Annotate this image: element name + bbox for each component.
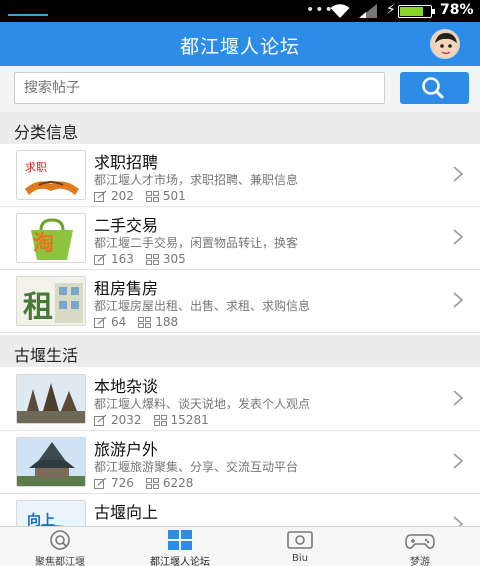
item-title: 求职招聘: [94, 153, 159, 172]
local-chat-thumbnail: [16, 374, 86, 424]
search-bar: [0, 66, 480, 112]
travel-thumbnail: [16, 437, 86, 487]
item-title: 古堰向上: [94, 503, 159, 522]
view-count: 501: [162, 189, 186, 203]
grid-icon: [138, 316, 152, 328]
item-title: 租房售房: [94, 279, 159, 298]
battery-icon: [398, 5, 435, 18]
wifi-icon: [330, 4, 350, 18]
housing-thumbnail: 租: [16, 276, 86, 326]
item-stats: 202 501: [94, 189, 198, 203]
chevron-right-icon: [453, 453, 464, 469]
item-stats: 163 305: [94, 252, 198, 266]
view-count: 305: [162, 252, 186, 266]
tab-label: 都江堰人论坛: [150, 557, 210, 566]
list-item-jobs[interactable]: 求职 求职招聘 都江堰人才市场，求职招聘、兼职信息 202 501: [0, 144, 480, 207]
item-stats: 2032 15281: [94, 413, 221, 427]
item-title: 二手交易: [94, 216, 159, 235]
gamepad-icon: [405, 534, 435, 549]
chevron-right-icon: [453, 229, 464, 245]
chevron-right-icon: [453, 390, 464, 406]
post-count: 2032: [111, 413, 142, 427]
item-description: 都江堰二手交易，闲置物品转让，换客: [94, 236, 299, 250]
search-icon: [422, 77, 444, 99]
post-count: 64: [111, 315, 127, 329]
page-title: 都江堰人论坛: [179, 36, 300, 58]
chevron-right-icon: [453, 166, 464, 182]
notification-icon: [8, 6, 48, 16]
thumb-lettering: 租: [23, 290, 53, 325]
list-item-housing[interactable]: 租 租房售房 都江堰房屋出租、出售、求租、求购信息 64 188: [0, 270, 480, 333]
view-count: 188: [155, 315, 179, 329]
edit-icon: [94, 190, 107, 202]
grid-icon: [153, 414, 167, 426]
item-title: 旅游户外: [94, 440, 159, 459]
tab-game[interactable]: 梦游: [360, 527, 480, 566]
tab-forum[interactable]: 都江堰人论坛: [120, 527, 240, 566]
section-header-classified: 分类信息: [0, 112, 480, 144]
list-item-local-chat[interactable]: 本地杂谈 都江堰人爆料、谈天说地，发表个人观点 2032 15281: [0, 368, 480, 431]
thumb-lettering: 淘: [33, 231, 54, 255]
post-count: 163: [111, 252, 134, 266]
post-count: 202: [111, 189, 134, 203]
edit-icon: [94, 414, 107, 426]
item-description: 都江堰人才市场，求职招聘、兼职信息: [94, 173, 299, 187]
tab-label: 梦游: [410, 557, 430, 566]
item-description: 都江堰人爆料、谈天说地，发表个人观点: [94, 397, 311, 411]
secondhand-thumbnail: 淘: [16, 213, 86, 263]
edit-icon: [94, 477, 107, 489]
item-stats: 726 6228: [94, 476, 205, 490]
tab-label: Biu: [292, 553, 308, 564]
view-count: 6228: [162, 476, 194, 490]
status-bar: ••• ⚡ 78%: [0, 0, 480, 22]
edit-icon: [94, 316, 107, 328]
tab-focus[interactable]: 聚焦都江堰: [0, 527, 120, 566]
title-bar: 都江堰人论坛: [0, 22, 480, 66]
view-count: 15281: [170, 413, 209, 427]
thumb-lettering: 求职: [25, 161, 47, 174]
search-input[interactable]: [14, 72, 385, 104]
user-avatar[interactable]: [430, 29, 460, 59]
post-count: 726: [111, 476, 134, 490]
list-item-secondhand[interactable]: 淘 二手交易 都江堰二手交易，闲置物品转让，换客 163 305: [0, 207, 480, 270]
battery-percentage: 78%: [440, 2, 474, 18]
tab-biu[interactable]: Biu: [240, 527, 360, 566]
biu-icon: [287, 531, 313, 549]
list-item-travel[interactable]: 旅游户外 都江堰旅游聚集、分享、交流互动平台 726 6228: [0, 431, 480, 494]
jobs-thumbnail: 求职: [16, 150, 86, 200]
grid-icon: [145, 253, 159, 265]
charging-icon: ⚡: [386, 2, 396, 18]
item-title: 本地杂谈: [94, 377, 159, 396]
chevron-right-icon: [453, 292, 464, 308]
item-stats: 64 188: [94, 315, 190, 329]
focus-icon: [50, 530, 70, 550]
edit-icon: [94, 253, 107, 265]
bottom-tab-bar: 聚焦都江堰 都江堰人论坛 Biu 梦游: [0, 526, 480, 566]
forum-grid-icon: [168, 530, 192, 550]
section-header-local-life: 古堰生活: [0, 335, 480, 367]
item-description: 都江堰旅游聚集、分享、交流互动平台: [94, 460, 299, 474]
search-button[interactable]: [400, 72, 469, 104]
tab-label: 聚焦都江堰: [35, 557, 85, 566]
signal-icon: [359, 4, 377, 18]
grid-icon: [145, 190, 159, 202]
grid-icon: [145, 477, 159, 489]
item-description: 都江堰房屋出租、出售、求租、求购信息: [94, 299, 311, 313]
